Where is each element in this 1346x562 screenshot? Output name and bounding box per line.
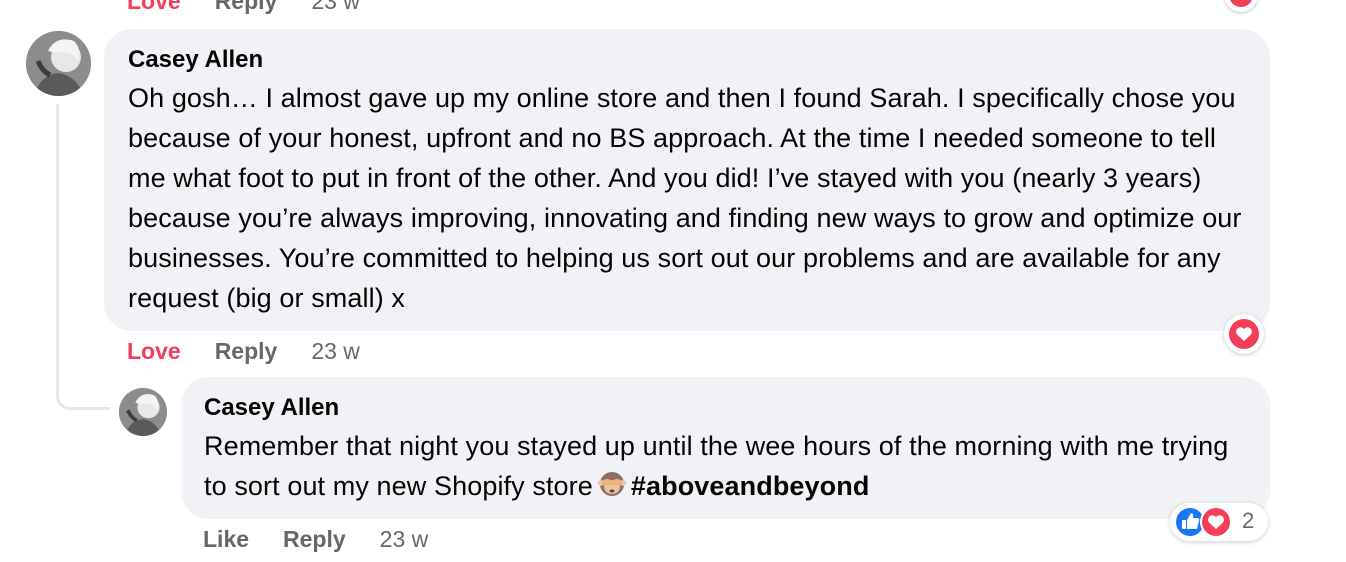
timestamp[interactable]: 23 w [311, 338, 360, 365]
reply-actions: Like Reply 23 w [203, 524, 428, 554]
love-reaction-icon [1229, 319, 1259, 349]
reaction-count: 2 [1242, 508, 1255, 533]
see-no-evil-monkey-icon [597, 469, 627, 510]
love-reaction-icon[interactable] [1224, 0, 1258, 12]
reply-button[interactable]: Reply [283, 526, 346, 553]
avatar[interactable] [26, 31, 91, 96]
previous-comment-actions: Love Reply 23 w [127, 0, 394, 16]
thread-connector [56, 104, 110, 410]
comment-bubble: Casey Allen Oh gosh… I almost gave up my… [104, 29, 1270, 331]
hashtag-link[interactable]: #aboveandbeyond [631, 471, 870, 501]
reply-button[interactable]: Reply [215, 338, 278, 365]
reply-bubble: Casey Allen Remember that night you stay… [181, 377, 1270, 519]
reply-reactions[interactable]: 2 [1170, 503, 1268, 541]
timestamp[interactable]: 23 w [311, 0, 360, 15]
like-button[interactable]: Like [203, 526, 249, 553]
avatar[interactable] [119, 388, 167, 436]
love-button[interactable]: Love [127, 338, 181, 365]
love-button[interactable]: Love [127, 0, 181, 15]
comment-text: Oh gosh… I almost gave up my online stor… [128, 83, 1242, 313]
comment-author[interactable]: Casey Allen [128, 45, 1246, 75]
comment-actions: Love Reply 23 w [127, 336, 360, 366]
reply-button[interactable]: Reply [215, 0, 278, 15]
love-reaction-icon [1200, 506, 1232, 538]
comment-reactions[interactable] [1224, 314, 1264, 354]
reply-text-block: Remember that night you stayed up until … [204, 426, 1246, 510]
reply-author[interactable]: Casey Allen [204, 393, 1246, 423]
timestamp[interactable]: 23 w [380, 526, 429, 553]
